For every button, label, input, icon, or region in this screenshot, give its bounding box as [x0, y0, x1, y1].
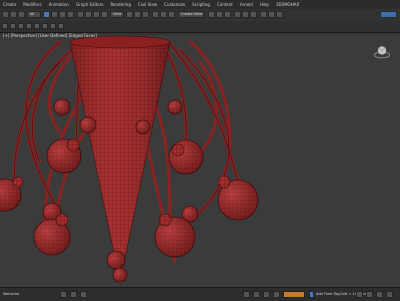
ribbon-tool-icon[interactable]: [34, 23, 40, 29]
percent-snap-icon[interactable]: [168, 11, 175, 18]
scale-icon[interactable]: [93, 11, 100, 18]
select-by-name-icon[interactable]: [51, 11, 58, 18]
layer-explorer-icon[interactable]: [224, 11, 231, 18]
zoom-icon[interactable]: [356, 291, 363, 298]
menu-modifiers[interactable]: Modifiers: [23, 0, 41, 9]
render-production-icon[interactable]: [276, 11, 283, 18]
menu-rendering[interactable]: Rendering: [110, 0, 130, 9]
align-icon[interactable]: [216, 11, 223, 18]
curve-editor-icon[interactable]: [234, 11, 241, 18]
ribbon-tool-icon[interactable]: [50, 23, 56, 29]
menu-customize[interactable]: Customize: [164, 0, 185, 9]
menu-arnold[interactable]: Arnold: [240, 0, 253, 9]
viewport-label[interactable]: [+] [Perspective] [User Defined] [Edged …: [3, 33, 97, 38]
select-manipulate-icon[interactable]: [134, 11, 141, 18]
rotate-icon[interactable]: [85, 11, 92, 18]
ribbon-tool-icon[interactable]: [26, 23, 32, 29]
menu-scripting[interactable]: Scripting: [192, 0, 210, 9]
ribbon-tool-icon[interactable]: [42, 23, 48, 29]
isolate-icon[interactable]: [70, 291, 77, 298]
rectangle-select-icon[interactable]: [59, 11, 66, 18]
auto-key-icon[interactable]: [273, 291, 280, 298]
lock-icon[interactable]: [80, 291, 87, 298]
angle-snap-icon[interactable]: [160, 11, 167, 18]
zoom-all-icon[interactable]: [366, 291, 373, 298]
ribbon-tool-icon[interactable]: [10, 23, 16, 29]
grid-readout: Grid = 10,0mm: [340, 292, 368, 296]
menu-content[interactable]: Content: [217, 0, 233, 9]
link-icon[interactable]: [18, 11, 25, 18]
script-listener-icon[interactable]: [60, 291, 67, 298]
menu-civil-view[interactable]: Civil View: [138, 0, 157, 9]
menu-bar: Create Modifiers Animation Graph Editors…: [0, 0, 400, 9]
snap-toggle-icon[interactable]: [152, 11, 159, 18]
menu-animation[interactable]: Animation: [49, 0, 69, 9]
redo-icon[interactable]: [10, 11, 17, 18]
pivot-icon[interactable]: [126, 11, 133, 18]
sign-in-button[interactable]: [380, 11, 397, 18]
auto-key-button[interactable]: [283, 291, 305, 298]
mirror-icon[interactable]: [208, 11, 215, 18]
menu-create[interactable]: Create: [3, 0, 16, 9]
render-setup-icon[interactable]: [260, 11, 267, 18]
move-icon[interactable]: [77, 11, 84, 18]
key-filter-icon[interactable]: [263, 291, 270, 298]
orbit-icon[interactable]: [386, 291, 393, 298]
placement-icon[interactable]: [101, 11, 108, 18]
selection-filter-dropdown[interactable]: All: [27, 11, 41, 18]
coord-mode-icon[interactable]: [243, 291, 250, 298]
material-editor-icon[interactable]: [250, 11, 257, 18]
pan-icon[interactable]: [376, 291, 383, 298]
set-key-icon[interactable]: [253, 291, 260, 298]
undo-icon[interactable]: [2, 11, 9, 18]
named-selection-dropdown[interactable]: Create Selection Se: [178, 11, 204, 18]
keyboard-shortcut-icon[interactable]: [142, 11, 149, 18]
add-time-tag-label[interactable]: Add Time Tag: [316, 292, 340, 296]
ribbon-tool-icon[interactable]: [18, 23, 24, 29]
menu-help[interactable]: Help: [260, 0, 269, 9]
render-frame-icon[interactable]: [268, 11, 275, 18]
viewport-3d[interactable]: [0, 32, 400, 287]
menu-3dsmohax[interactable]: 3DSMOHAX: [276, 0, 299, 9]
reference-coordinate-dropdown[interactable]: View: [110, 11, 124, 18]
ribbon-tool-icon[interactable]: [58, 23, 64, 29]
time-tag-icon[interactable]: [309, 291, 314, 298]
viewcube-icon[interactable]: [374, 45, 390, 59]
schematic-view-icon[interactable]: [242, 11, 249, 18]
window-crossing-icon[interactable]: [67, 11, 74, 18]
status-message: Welcome: [3, 292, 20, 296]
select-object-icon[interactable]: [43, 11, 50, 18]
status-bar: Welcome Add Time Tag Grid = 10,0mm: [0, 287, 400, 301]
menu-graph-editors[interactable]: Graph Editors: [76, 0, 103, 9]
ribbon-tool-icon[interactable]: [2, 23, 8, 29]
